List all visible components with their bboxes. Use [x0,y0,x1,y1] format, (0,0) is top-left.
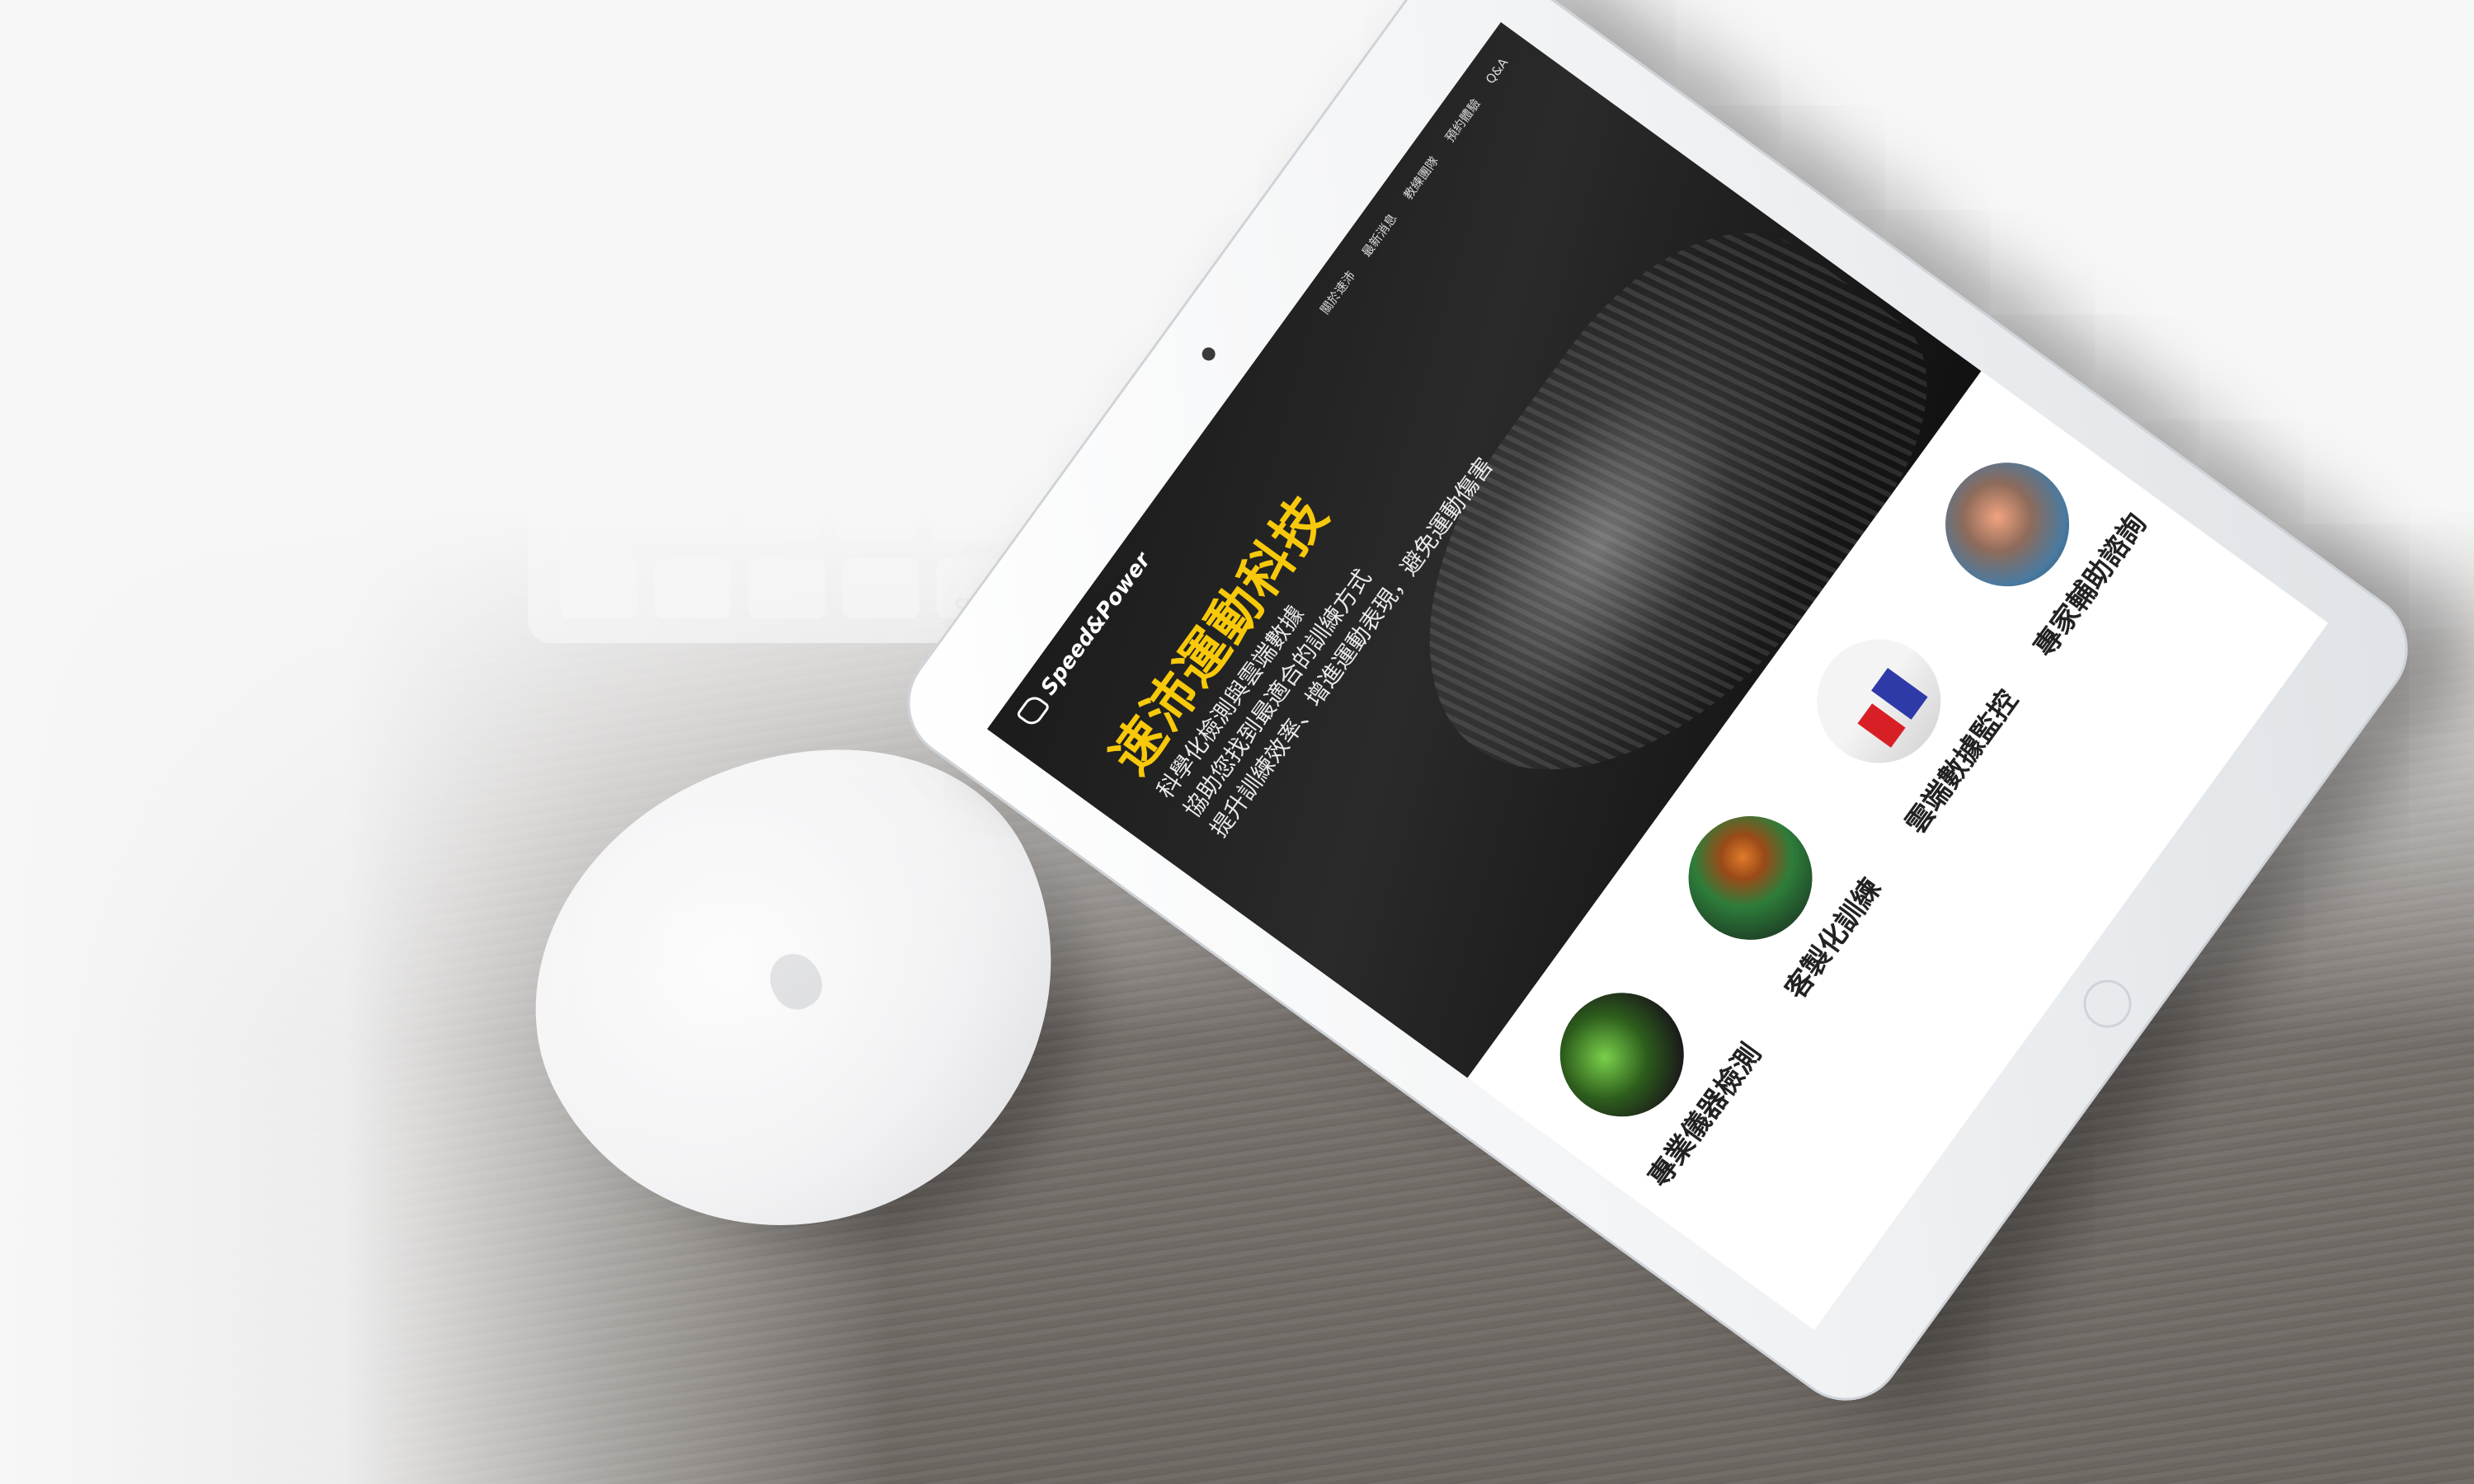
nav-link-qa[interactable]: Q&A [1482,55,1512,88]
feature-custom-training[interactable]: 客製化訓練 [1647,768,1901,1022]
camera-icon [1199,345,1218,364]
brand-logo-icon [1015,692,1051,729]
feature-expert-consulting[interactable]: 專家輔助諮詢 [1903,415,2157,669]
home-button[interactable] [2073,970,2142,1038]
nav-link-about[interactable]: 關於速沛 [1315,267,1358,317]
nav-link-booking[interactable]: 預約體驗 [1441,95,1484,145]
feature-cloud-data[interactable]: 雲端數據監控 [1776,592,2030,846]
feature-instrument-testing[interactable]: 專業儀器檢測 [1518,946,1772,1200]
nav-link-news[interactable]: 最新消息 [1357,209,1400,260]
nav-links: 關於速沛 最新消息 教練團隊 預約體驗 Q&A [1315,55,1512,317]
nav-link-coaches[interactable]: 教練團隊 [1399,153,1442,203]
